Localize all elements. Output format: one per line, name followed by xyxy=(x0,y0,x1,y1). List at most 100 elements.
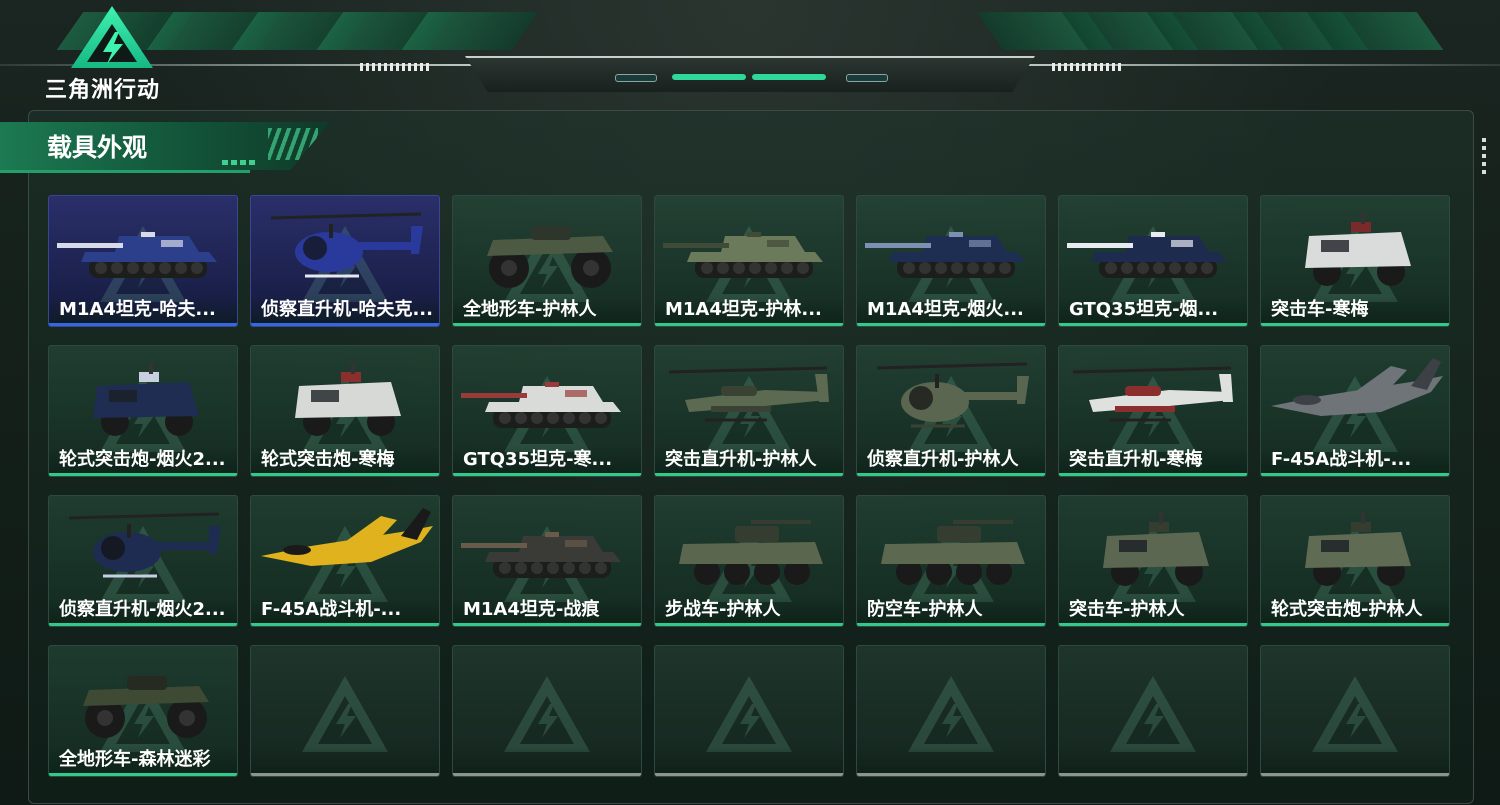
vehicle-skin-name: 轮式突击炮-寒梅 xyxy=(251,446,439,476)
card-underline xyxy=(1261,623,1449,626)
card-underline xyxy=(1059,773,1247,776)
vehicle-skin-name: 轮式突击炮-护林人 xyxy=(1261,596,1449,626)
header-hatch xyxy=(360,63,430,71)
jet-icon xyxy=(1271,358,1443,416)
card-underline xyxy=(1261,773,1449,776)
heli-small-icon xyxy=(876,362,1029,428)
logo-watermark-icon xyxy=(908,675,994,752)
vehicle-skin-card[interactable]: 突击车-寒梅 xyxy=(1260,195,1450,327)
card-underline xyxy=(49,623,237,626)
tank-icon xyxy=(1067,232,1227,278)
top-header xyxy=(0,0,1500,110)
vehicle-skin-card[interactable]: 轮式突击炮-寒梅 xyxy=(250,345,440,477)
card-underline xyxy=(251,473,439,476)
page-indicator-active xyxy=(672,74,746,80)
empty-slot xyxy=(1058,645,1248,777)
title-accent xyxy=(222,160,258,165)
logo-watermark-icon xyxy=(1110,675,1196,752)
tank-icon xyxy=(461,532,621,578)
logo-watermark-icon xyxy=(504,675,590,752)
card-underline xyxy=(857,473,1045,476)
card-underline xyxy=(251,773,439,776)
vehicle-skin-card[interactable]: F-45A战斗机-... xyxy=(1260,345,1450,477)
vehicle-skin-card[interactable]: 防空车-护林人 xyxy=(856,495,1046,627)
vehicle-skin-card[interactable]: GTQ35坦克-寒... xyxy=(452,345,642,477)
vehicle-skin-name: 突击直升机-护林人 xyxy=(655,446,843,476)
card-underline xyxy=(1059,323,1247,326)
card-underline xyxy=(655,773,843,776)
vehicle-skin-card[interactable]: M1A4坦克-哈夫... xyxy=(48,195,238,327)
vehicle-skin-name: F-45A战斗机-... xyxy=(1261,446,1449,476)
vehicle-skin-name: 步战车-护林人 xyxy=(655,596,843,626)
vehicle-skin-name: 全地形车-森林迷彩 xyxy=(49,746,237,776)
header-center-plate xyxy=(465,56,1035,92)
tank-icon xyxy=(865,232,1025,278)
vehicle-skin-card[interactable]: M1A4坦克-战痕 xyxy=(452,495,642,627)
card-underline xyxy=(1059,623,1247,626)
vehicle-skin-name: 侦察直升机-烟火2... xyxy=(49,596,237,626)
vehicle-skin-card[interactable]: M1A4坦克-护林... xyxy=(654,195,844,327)
vehicle-skin-card[interactable]: F-45A战斗机-... xyxy=(250,495,440,627)
panel-title: 载具外观 xyxy=(47,133,148,162)
vehicle-skin-card[interactable]: GTQ35坦克-烟... xyxy=(1058,195,1248,327)
atv-icon xyxy=(83,676,209,738)
card-underline xyxy=(857,773,1045,776)
vehicle-skin-name: M1A4坦克-烟火... xyxy=(857,296,1045,326)
page-indicator xyxy=(615,74,657,82)
vehicle-skin-name: 全地形车-护林人 xyxy=(453,296,641,326)
vehicle-skin-name xyxy=(655,746,843,776)
logo-watermark-icon xyxy=(706,675,792,752)
vehicle-skin-name xyxy=(1059,746,1247,776)
card-underline xyxy=(49,323,237,326)
vehicle-skin-card[interactable]: 侦察直升机-护林人 xyxy=(856,345,1046,477)
vehicle-skin-card[interactable]: 轮式突击炮-护林人 xyxy=(1260,495,1450,627)
mrap-icon xyxy=(93,362,199,436)
mrap-icon xyxy=(1103,512,1209,586)
vehicle-skin-card[interactable]: 侦察直升机-烟火2... xyxy=(48,495,238,627)
vehicle-skin-card[interactable]: M1A4坦克-烟火... xyxy=(856,195,1046,327)
logo-text: 三角洲行动 xyxy=(45,78,161,103)
empty-slot xyxy=(654,645,844,777)
vehicle-skin-card[interactable]: 突击直升机-护林人 xyxy=(654,345,844,477)
vehicle-skin-name: 轮式突击炮-烟火2... xyxy=(49,446,237,476)
card-underline xyxy=(49,773,237,776)
vehicle-skin-name: 侦察直升机-护林人 xyxy=(857,446,1045,476)
empty-slot xyxy=(856,645,1046,777)
apc-icon xyxy=(881,520,1025,585)
atv-icon xyxy=(487,226,613,288)
card-underline xyxy=(453,323,641,326)
vehicle-skin-name: 突击车-护林人 xyxy=(1059,596,1247,626)
vehicle-skin-card[interactable]: 全地形车-森林迷彩 xyxy=(48,645,238,777)
heli-small-icon xyxy=(68,512,221,578)
tank-icon xyxy=(57,232,217,278)
vehicle-skin-card[interactable]: 侦察直升机-哈夫克... xyxy=(250,195,440,327)
tank-icon xyxy=(663,232,823,278)
card-underline xyxy=(49,473,237,476)
vehicle-skin-name: 防空车-护林人 xyxy=(857,596,1045,626)
scroll-indicator[interactable] xyxy=(1482,138,1486,178)
vehicle-skin-name: F-45A战斗机-... xyxy=(251,596,439,626)
card-underline xyxy=(1261,323,1449,326)
card-underline xyxy=(251,323,439,326)
logo-watermark-icon xyxy=(1312,675,1398,752)
vehicle-skin-card[interactable]: 步战车-护林人 xyxy=(654,495,844,627)
mrap-icon xyxy=(295,362,401,436)
vehicle-skin-name: 突击直升机-寒梅 xyxy=(1059,446,1247,476)
vehicle-skin-name xyxy=(1261,746,1449,776)
heli-small-icon xyxy=(270,212,423,278)
vehicle-skin-name xyxy=(453,746,641,776)
vehicle-skin-card[interactable]: 突击车-护林人 xyxy=(1058,495,1248,627)
card-underline xyxy=(453,473,641,476)
heli-attack-icon xyxy=(668,366,829,422)
logo-watermark-icon xyxy=(302,675,388,752)
card-underline xyxy=(1261,473,1449,476)
mrap-icon xyxy=(1305,212,1411,286)
vehicle-skin-card[interactable]: 轮式突击炮-烟火2... xyxy=(48,345,238,477)
vehicle-skin-card[interactable]: 全地形车-护林人 xyxy=(452,195,642,327)
card-underline xyxy=(655,473,843,476)
card-underline xyxy=(453,773,641,776)
vehicle-skin-card[interactable]: 突击直升机-寒梅 xyxy=(1058,345,1248,477)
page-indicator xyxy=(846,74,888,82)
card-underline xyxy=(655,623,843,626)
vehicle-skin-name: M1A4坦克-护林... xyxy=(655,296,843,326)
